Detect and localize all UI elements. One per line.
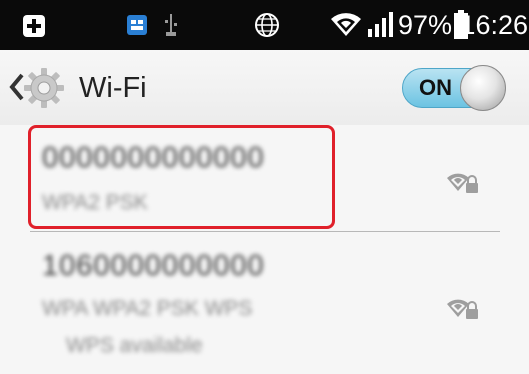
- clock-time: 16:26: [460, 10, 528, 40]
- wifi-icon: [331, 13, 361, 36]
- action-bar: Wi-Fi ON: [0, 50, 529, 125]
- network-wps-status: WPS available: [66, 334, 203, 357]
- wifi-toggle[interactable]: ON: [402, 65, 506, 111]
- globe-icon: [255, 13, 279, 37]
- network-security: WPA WPA2 PSK WPS: [42, 297, 253, 320]
- sim-icon: [127, 15, 147, 35]
- secured-wifi-icon: [447, 299, 478, 319]
- network-ssid: 1060000000000: [42, 250, 265, 282]
- selection-highlight: [28, 125, 335, 229]
- gear-icon[interactable]: [22, 66, 66, 110]
- signal-icon: [368, 12, 393, 37]
- page-title: Wi-Fi: [79, 72, 147, 104]
- status-bar: 97% 16:26: [0, 0, 529, 50]
- toggle-label: ON: [419, 75, 452, 100]
- battery-percent: 97%: [398, 10, 453, 40]
- secured-wifi-icon: [447, 173, 478, 193]
- toggle-knob[interactable]: [460, 65, 506, 111]
- usb-icon: [165, 14, 177, 36]
- network-item[interactable]: 1060000000000 WPA WPA2 PSK WPS WPS avail…: [0, 232, 529, 374]
- notification-icon: [23, 15, 45, 37]
